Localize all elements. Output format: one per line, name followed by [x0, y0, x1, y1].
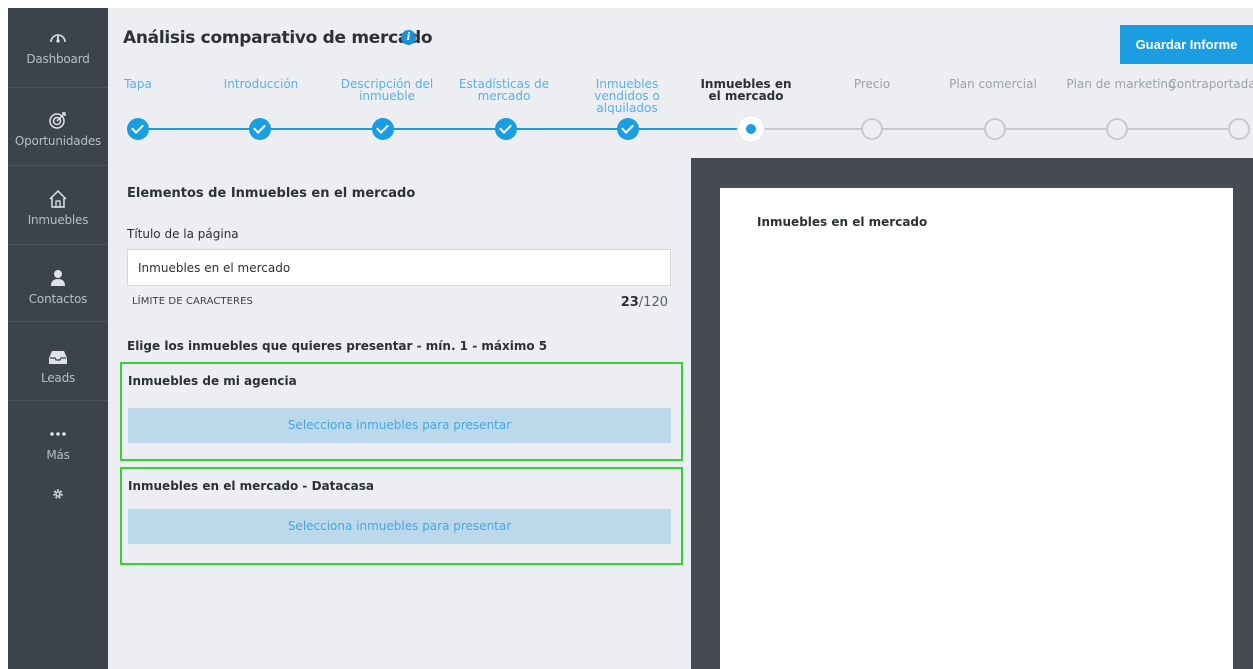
step-current-dot-icon[interactable]	[738, 116, 764, 142]
step-label-plan-marketing[interactable]: Plan de marketing	[1066, 78, 1176, 90]
person-icon	[51, 270, 65, 286]
sidebar-item-label: Leads	[40, 371, 76, 385]
step-label-tapa[interactable]: Tapa	[88, 78, 188, 90]
select-market-properties-button[interactable]: Selecciona inmuebles para presentar	[128, 509, 671, 544]
step-label-contraportada[interactable]: Contraportada	[1167, 78, 1253, 90]
char-limit-label: LÍMITE DE CARACTERES	[132, 296, 253, 307]
sidebar-item-mas[interactable]: Más	[8, 424, 108, 462]
inbox-icon	[49, 351, 67, 364]
settings-button[interactable]	[8, 488, 108, 500]
agency-properties-box: Inmuebles de mi agencia Selecciona inmue…	[120, 362, 683, 461]
sidebar-item-dashboard[interactable]: Dashboard	[8, 28, 108, 66]
step-done-check-icon[interactable]	[249, 118, 271, 140]
step-label-vendidos[interactable]: Inmuebles vendidos o alquilados	[577, 78, 677, 114]
select-agency-properties-button[interactable]: Selecciona inmuebles para presentar	[128, 408, 671, 443]
sidebar-item-contactos[interactable]: Contactos	[8, 268, 108, 306]
char-count-value: 23	[620, 295, 639, 310]
gauge-icon	[50, 34, 66, 43]
sidebar-divider	[8, 321, 108, 322]
sidebar-item-label: Inmuebles	[27, 213, 89, 227]
stepper-progress-line	[138, 128, 758, 130]
market-properties-box: Inmuebles en el mercado - Datacasa Selec…	[120, 467, 683, 565]
sidebar-item-label: Oportunidades	[14, 134, 102, 148]
step-pending-circle-icon[interactable]	[1228, 118, 1250, 140]
sidebar-item-label: Más	[46, 448, 70, 462]
info-icon[interactable]: i	[401, 30, 416, 45]
sidebar-divider	[8, 165, 108, 166]
step-pending-circle-icon[interactable]	[984, 118, 1006, 140]
step-label-descripcion[interactable]: Descripción del inmueble	[332, 78, 442, 102]
target-icon	[49, 112, 66, 129]
section-title: Elementos de Inmuebles en el mercado	[127, 186, 416, 201]
stepper: Tapa Introducción Descripción del inmueb…	[108, 78, 1253, 158]
step-pending-circle-icon[interactable]	[1106, 118, 1128, 140]
step-done-check-icon[interactable]	[127, 118, 149, 140]
page-title-input[interactable]	[127, 249, 671, 286]
preview-panel: Inmuebles en el mercado	[691, 158, 1253, 669]
choose-properties-label: Elige los inmuebles que quieres presenta…	[127, 339, 548, 353]
char-counter: 23/120	[598, 295, 668, 310]
preview-heading: Inmuebles en el mercado	[757, 215, 928, 229]
sidebar-item-leads[interactable]: Leads	[8, 347, 108, 385]
page-title-label: Título de la página	[127, 227, 239, 241]
agency-box-title: Inmuebles de mi agencia	[128, 374, 297, 388]
step-done-check-icon[interactable]	[617, 118, 639, 140]
step-label-precio[interactable]: Precio	[822, 78, 922, 90]
step-done-check-icon[interactable]	[372, 118, 394, 140]
app-frame: Dashboard Oportunidades Inmuebles Contac…	[0, 0, 1253, 669]
step-label-introduccion[interactable]: Introducción	[211, 78, 311, 90]
step-label-plan-comercial[interactable]: Plan comercial	[938, 78, 1048, 90]
step-pending-circle-icon[interactable]	[861, 118, 883, 140]
editor-panel: Elementos de Inmuebles en el mercado Tít…	[108, 158, 691, 669]
char-count-max: /120	[638, 295, 668, 310]
sidebar-item-label: Contactos	[28, 292, 88, 306]
sidebar-item-label: Dashboard	[26, 52, 90, 66]
step-label-estadisticas[interactable]: Estadísticas de mercado	[454, 78, 554, 102]
preview-page: Inmuebles en el mercado	[720, 188, 1233, 669]
gear-icon	[53, 489, 63, 499]
sidebar-item-oportunidades[interactable]: Oportunidades	[8, 110, 108, 148]
market-box-title: Inmuebles en el mercado - Datacasa	[128, 479, 374, 493]
more-icon	[50, 432, 66, 436]
sidebar-item-inmuebles[interactable]: Inmuebles	[8, 189, 108, 227]
sidebar: Dashboard Oportunidades Inmuebles Contac…	[8, 8, 108, 669]
step-done-check-icon[interactable]	[495, 118, 517, 140]
house-icon	[49, 189, 67, 208]
page-title: Análisis comparativo de mercado	[123, 28, 433, 48]
step-label-en-el-mercado[interactable]: Inmuebles en el mercado	[696, 78, 796, 102]
sidebar-divider	[8, 244, 108, 245]
header: Análisis comparativo de mercado i Guarda…	[108, 8, 1253, 158]
sidebar-divider	[8, 400, 108, 401]
save-report-button[interactable]: Guardar Informe	[1120, 25, 1253, 64]
